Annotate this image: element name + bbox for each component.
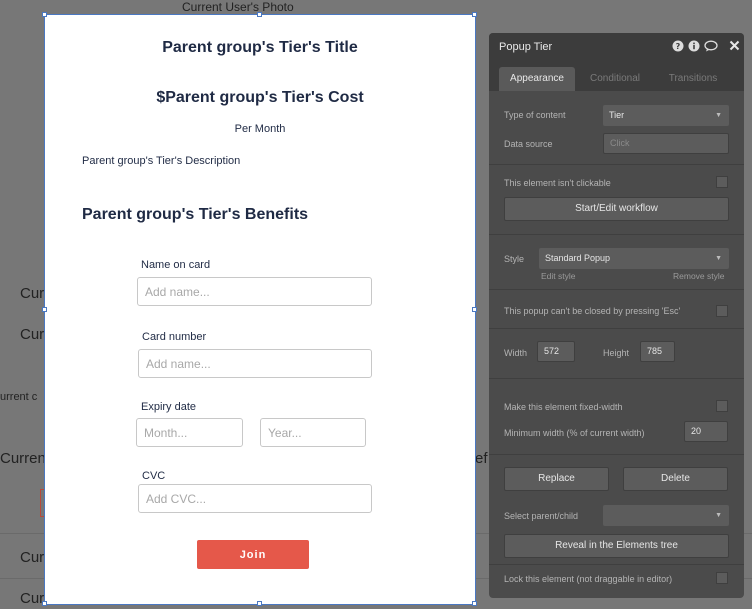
type-of-content-label: Type of content xyxy=(504,110,566,120)
divider xyxy=(489,454,744,455)
bg-fragment: ef xyxy=(475,450,488,467)
tab-conditional[interactable]: Conditional xyxy=(579,67,651,91)
chevron-down-icon: ▼ xyxy=(715,255,722,262)
width-input[interactable]: 572 xyxy=(537,341,575,362)
divider xyxy=(489,564,744,565)
bg-fragment: Curren xyxy=(0,450,46,467)
svg-text:?: ? xyxy=(676,42,681,51)
resize-handle[interactable] xyxy=(42,12,47,17)
height-label: Height xyxy=(603,348,630,358)
card-number-label: Card number xyxy=(142,331,207,343)
chevron-down-icon: ▼ xyxy=(715,512,722,519)
fixed-width-checkbox[interactable] xyxy=(716,400,728,412)
divider xyxy=(489,289,744,290)
benefits-heading: Parent group's Tier's Benefits xyxy=(82,206,309,223)
data-source-label: Data source xyxy=(504,139,553,149)
style-value: Standard Popup xyxy=(545,253,611,263)
height-input[interactable]: 785 xyxy=(640,341,675,362)
not-clickable-label: This element isn't clickable xyxy=(504,178,611,188)
resize-handle[interactable] xyxy=(472,307,477,312)
divider xyxy=(489,164,744,165)
tier-description: Parent group's Tier's Description xyxy=(82,155,241,167)
panel-header[interactable]: Popup Tier ? xyxy=(489,33,744,61)
name-on-card-label: Name on card xyxy=(141,259,211,271)
name-on-card-input[interactable] xyxy=(137,277,372,306)
property-editor-panel: Popup Tier ? Appearance Conditional Tran… xyxy=(489,33,744,598)
help-icon[interactable]: ? xyxy=(672,40,684,52)
tab-transitions[interactable]: Transitions xyxy=(657,67,729,91)
comment-icon[interactable] xyxy=(704,40,718,52)
reveal-in-elements-tree-button[interactable]: Reveal in the Elements tree xyxy=(504,534,729,558)
style-label: Style xyxy=(504,254,525,264)
width-label: Width xyxy=(504,348,528,358)
min-width-input[interactable]: 20 xyxy=(684,421,728,442)
resize-handle[interactable] xyxy=(472,12,477,17)
lock-element-checkbox[interactable] xyxy=(716,572,728,584)
divider xyxy=(489,378,744,379)
panel-tabs: Appearance Conditional Transitions xyxy=(489,61,744,91)
type-of-content-dropdown[interactable]: Tier ▼ xyxy=(603,105,729,126)
data-source-input[interactable]: Click xyxy=(603,133,729,154)
style-dropdown[interactable]: Standard Popup ▼ xyxy=(539,248,729,269)
esc-close-checkbox[interactable] xyxy=(716,305,728,317)
bg-current-user-photo: Current User's Photo xyxy=(182,0,294,14)
start-edit-workflow-button[interactable]: Start/Edit workflow xyxy=(504,197,729,221)
fixed-width-label: Make this element fixed-width xyxy=(504,402,623,412)
esc-close-label: This popup can't be closed by pressing '… xyxy=(504,306,681,316)
popup-tier[interactable]: Parent group's Tier's Title $Parent grou… xyxy=(42,12,477,606)
info-icon[interactable] xyxy=(688,40,700,52)
per-month-label: Per Month xyxy=(234,123,286,135)
resize-handle[interactable] xyxy=(472,601,477,606)
select-parent-child-label: Select parent/child xyxy=(504,511,579,521)
panel-title: Popup Tier xyxy=(499,41,553,53)
divider xyxy=(489,234,744,235)
select-parent-child-dropdown[interactable]: ▼ xyxy=(603,505,729,526)
chevron-down-icon: ▼ xyxy=(715,112,722,119)
expiry-year-input[interactable] xyxy=(260,418,366,447)
cvc-input[interactable] xyxy=(138,484,372,513)
tier-title: Parent group's Tier's Title xyxy=(162,39,358,56)
tab-appearance[interactable]: Appearance xyxy=(499,67,575,91)
delete-button[interactable]: Delete xyxy=(623,467,728,491)
resize-handle[interactable] xyxy=(257,12,262,17)
bg-fragment: urrent c xyxy=(0,391,38,403)
resize-handle[interactable] xyxy=(42,601,47,606)
close-icon[interactable] xyxy=(728,40,740,52)
lock-element-label: Lock this element (not draggable in edit… xyxy=(504,574,673,584)
expiry-month-input[interactable] xyxy=(136,418,243,447)
join-button[interactable]: Join xyxy=(197,540,309,569)
resize-handle[interactable] xyxy=(42,307,47,312)
tier-cost: $Parent group's Tier's Cost xyxy=(156,89,364,106)
replace-button[interactable]: Replace xyxy=(504,467,609,491)
not-clickable-checkbox[interactable] xyxy=(716,176,728,188)
remove-style-link[interactable]: Remove style xyxy=(673,271,725,281)
type-of-content-value: Tier xyxy=(609,110,625,120)
edit-style-link[interactable]: Edit style xyxy=(541,271,576,281)
card-number-input[interactable] xyxy=(138,349,372,378)
min-width-label: Minimum width (% of current width) xyxy=(504,428,645,438)
cvc-label: CVC xyxy=(142,470,166,482)
expiry-date-label: Expiry date xyxy=(141,401,197,413)
resize-handle[interactable] xyxy=(257,601,262,606)
divider xyxy=(489,328,744,329)
